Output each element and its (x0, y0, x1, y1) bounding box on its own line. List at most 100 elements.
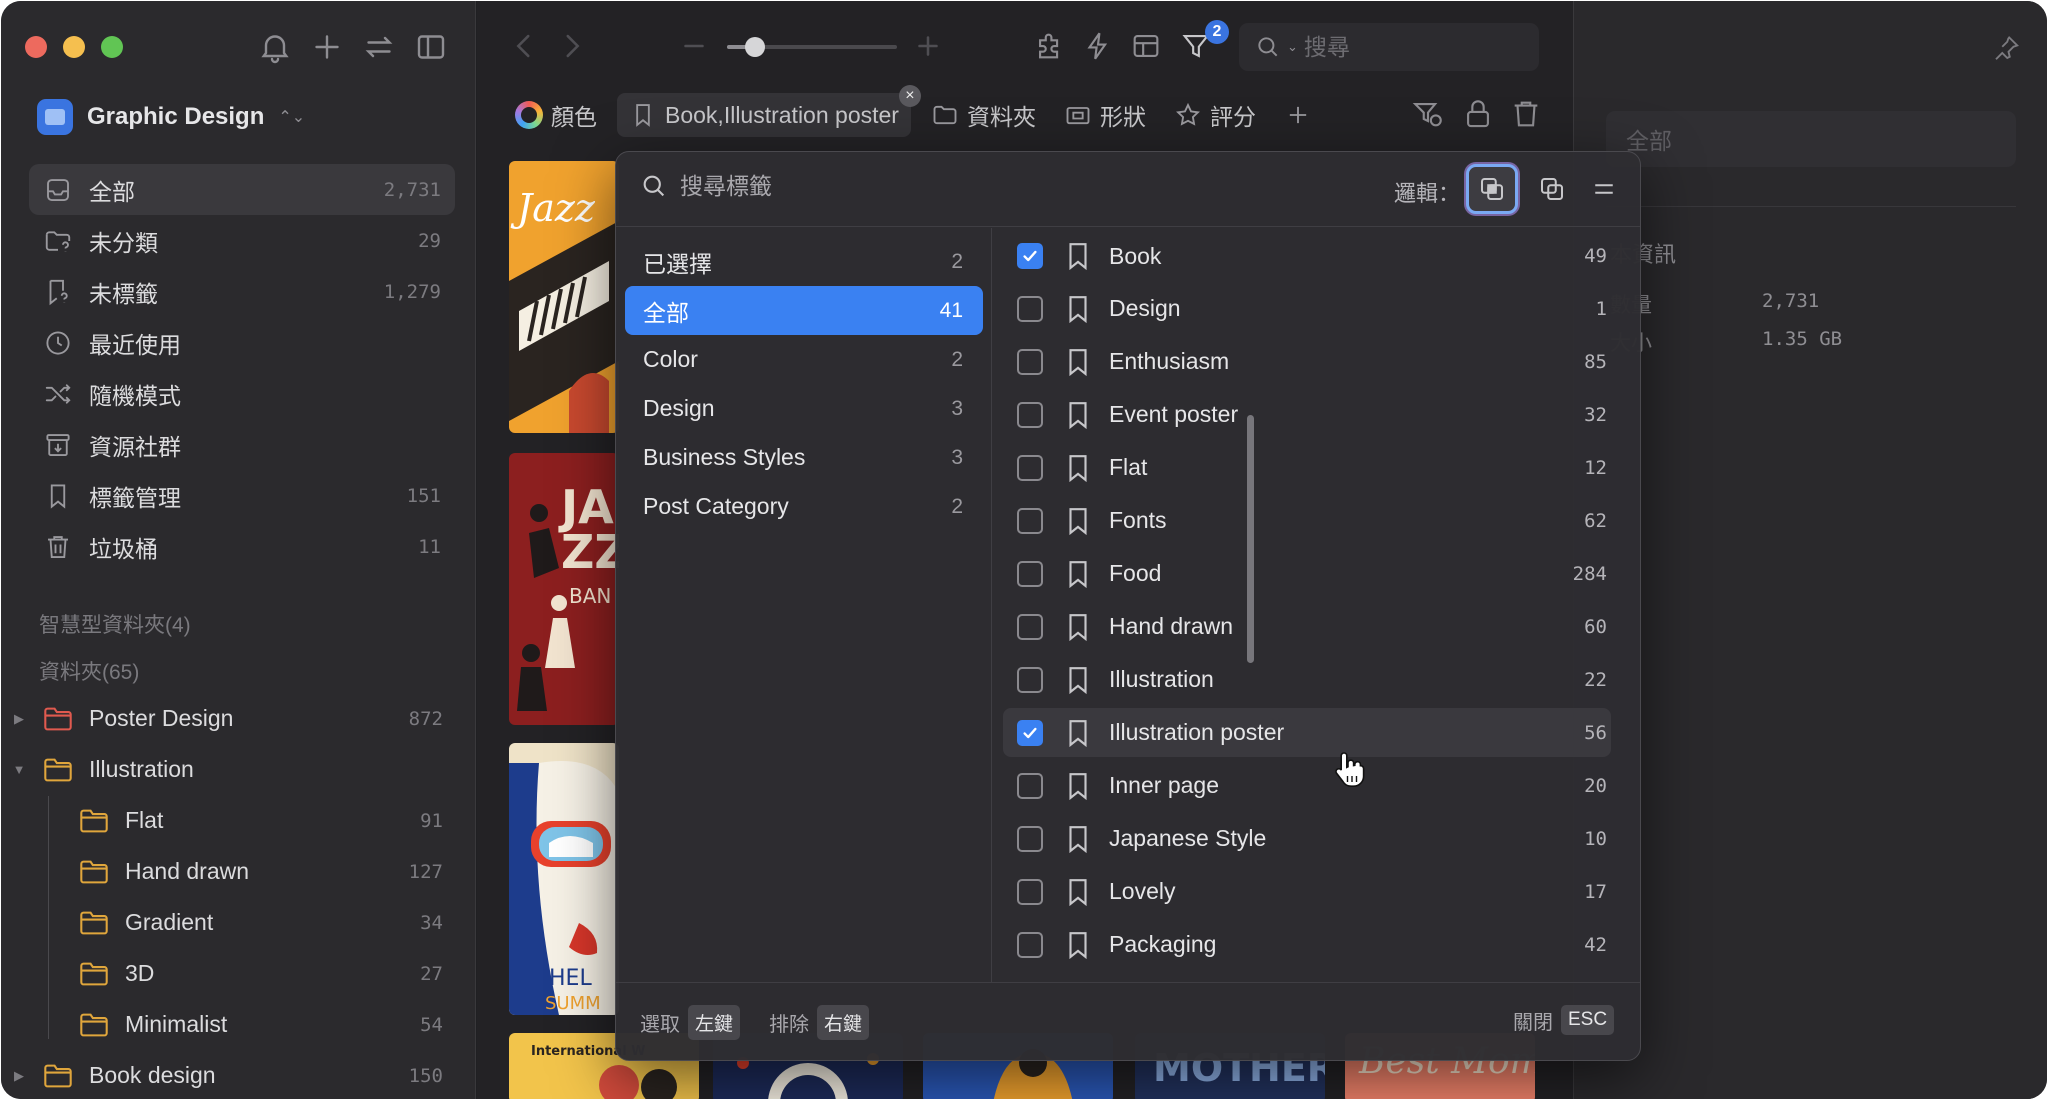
shape-filter-button[interactable]: 形狀 (1056, 93, 1154, 137)
info-folder-field[interactable]: 全部 (1606, 111, 2016, 167)
sidebar-item-community[interactable]: 資源社群 (29, 419, 455, 470)
window-close-button[interactable] (25, 36, 47, 58)
zoom-slider-knob[interactable] (745, 37, 766, 57)
tag-checkbox[interactable] (1017, 613, 1043, 640)
disclosure-right-icon[interactable]: ▶ (9, 711, 29, 727)
sidebar-item-trash[interactable]: 垃圾桶 11 (29, 521, 455, 572)
tag-row[interactable]: Book 49 (1003, 232, 1611, 281)
tag-checkbox[interactable] (1017, 772, 1043, 799)
folder-item[interactable]: 3D 27 (9, 948, 455, 999)
logic-or-button[interactable] (1526, 164, 1578, 214)
tag-row[interactable]: Fonts 62 (1003, 496, 1611, 545)
image-thumbnail[interactable]: JA ZZ BAN (509, 453, 619, 725)
tag-category-business-styles[interactable]: Business Styles 3 (625, 433, 983, 482)
tag-row[interactable]: Lovely 17 (1003, 867, 1611, 916)
sidebar-item-untagged[interactable]: 未標籤 1,279 (29, 266, 455, 317)
tag-row[interactable]: Design 1 (1003, 284, 1611, 333)
tag-checkbox[interactable] (1017, 825, 1043, 852)
filter-settings-icon[interactable] (1411, 97, 1445, 131)
tag-row[interactable]: Illustration 22 (1003, 655, 1611, 704)
folder-item[interactable]: Gradient 34 (9, 897, 455, 948)
tag-count: 10 (1584, 827, 1607, 850)
tag-category-post-category[interactable]: Post Category 2 (625, 482, 983, 531)
image-thumbnail[interactable]: Jazz (509, 161, 619, 433)
folder-filter-label: 資料夾 (966, 104, 1036, 130)
lightning-icon[interactable] (1081, 29, 1115, 63)
tag-category-selected[interactable]: 已選擇 2 (625, 237, 983, 286)
tag-checkbox[interactable] (1017, 560, 1043, 587)
tag-checkbox[interactable] (1017, 719, 1043, 746)
tag-checkbox[interactable] (1017, 401, 1043, 428)
tag-row[interactable]: Enthusiasm 85 (1003, 337, 1611, 386)
tag-checkbox[interactable] (1017, 454, 1043, 481)
zoom-in-icon[interactable] (911, 29, 945, 63)
logic-and-button[interactable] (1466, 164, 1518, 214)
tag-checkbox[interactable] (1017, 931, 1043, 958)
tag-row[interactable]: Hand drawn 60 (1003, 602, 1611, 651)
bell-icon[interactable] (257, 29, 293, 65)
tag-category-design[interactable]: Design 3 (625, 384, 983, 433)
disclosure-right-icon[interactable]: ▶ (9, 1068, 29, 1084)
tag-checkbox[interactable] (1017, 666, 1043, 693)
search-input[interactable] (1303, 33, 1504, 61)
tag-row[interactable]: Flat 12 (1003, 443, 1611, 492)
zoom-slider[interactable] (727, 37, 897, 57)
close-hint[interactable]: 關閉 ESC (1513, 1005, 1615, 1035)
sidebar-item-all[interactable]: 全部 2,731 (29, 164, 455, 215)
tag-category-all[interactable]: 全部 41 (625, 286, 983, 335)
zoom-out-icon[interactable] (677, 29, 711, 63)
color-filter-button[interactable]: 顏色 (507, 93, 605, 137)
folders-heading[interactable]: 資料夾(65) (39, 656, 139, 686)
tag-checkbox[interactable] (1017, 507, 1043, 534)
tag-search[interactable] (640, 172, 1180, 200)
layout-icon[interactable] (1129, 29, 1163, 63)
tag-row[interactable]: Packaging 42 (1003, 920, 1611, 969)
folder-item[interactable]: ▼ Illustration (9, 744, 455, 795)
tag-row[interactable]: Illustration poster 56 (1003, 708, 1611, 758)
image-thumbnail[interactable]: HEL SUMM (509, 743, 619, 1015)
tag-list-scrollbar[interactable] (1247, 415, 1254, 663)
tag-checkbox[interactable] (1017, 348, 1043, 375)
back-arrow-icon[interactable] (507, 29, 541, 63)
plus-icon[interactable] (309, 29, 345, 65)
tag-row[interactable]: Event poster 32 (1003, 390, 1611, 439)
folder-item[interactable]: Hand drawn 127 (9, 846, 455, 897)
lock-icon[interactable] (1461, 97, 1495, 131)
add-filter-button[interactable] (1276, 93, 1320, 137)
logic-menu-button[interactable] (1578, 164, 1630, 214)
tag-checkbox[interactable] (1017, 243, 1043, 269)
pin-icon[interactable] (1991, 33, 2021, 63)
trash-icon[interactable] (1509, 97, 1543, 131)
library-switcher[interactable]: Graphic Design ⌃⌄ (37, 97, 305, 137)
smart-folders-heading[interactable]: 智慧型資料夾(4) (39, 609, 191, 639)
sidebar-item-recent[interactable]: 最近使用 (29, 317, 455, 368)
tag-checkbox[interactable] (1017, 878, 1043, 905)
tag-row[interactable]: Inner page 20 (1003, 761, 1611, 810)
sidebar-item-uncategorized[interactable]: 未分類 29 (29, 215, 455, 266)
forward-arrow-icon[interactable] (555, 29, 589, 63)
folder-item[interactable]: ▶ Poster Design 872 (9, 693, 455, 744)
clear-filter-icon[interactable]: × (898, 85, 921, 107)
folder-item[interactable]: Flat 91 (9, 795, 455, 846)
folder-item[interactable]: ▶ Book design 150 (9, 1050, 455, 1099)
sidebar-item-tag-manager[interactable]: 標籤管理 151 (29, 470, 455, 521)
tag-row[interactable]: Japanese Style 10 (1003, 814, 1611, 863)
extension-icon[interactable] (1033, 29, 1067, 63)
search-box[interactable]: ⌄ (1239, 23, 1539, 71)
window-minimize-button[interactable] (63, 36, 85, 58)
swap-icon[interactable] (361, 29, 397, 65)
tag-row[interactable]: Food 284 (1003, 549, 1611, 598)
disclosure-down-icon[interactable]: ▼ (9, 762, 29, 777)
chevron-down-icon[interactable]: ⌄ (1287, 39, 1298, 55)
sidebar-toggle-icon[interactable] (413, 29, 449, 65)
window-maximize-button[interactable] (101, 36, 123, 58)
tag-checkbox[interactable] (1017, 295, 1043, 322)
bookmark-icon (1065, 559, 1091, 589)
folder-item[interactable]: Minimalist 54 (9, 999, 455, 1050)
tag-category-color[interactable]: Color 2 (625, 335, 983, 384)
rating-filter-button[interactable]: 評分 (1166, 93, 1264, 137)
tag-search-input[interactable] (680, 172, 1180, 200)
tag-filter-chip[interactable]: Book,Illustration poster × (617, 85, 921, 137)
sidebar-item-random[interactable]: 隨機模式 (29, 368, 455, 419)
folder-filter-button[interactable]: 資料夾 (923, 93, 1044, 137)
